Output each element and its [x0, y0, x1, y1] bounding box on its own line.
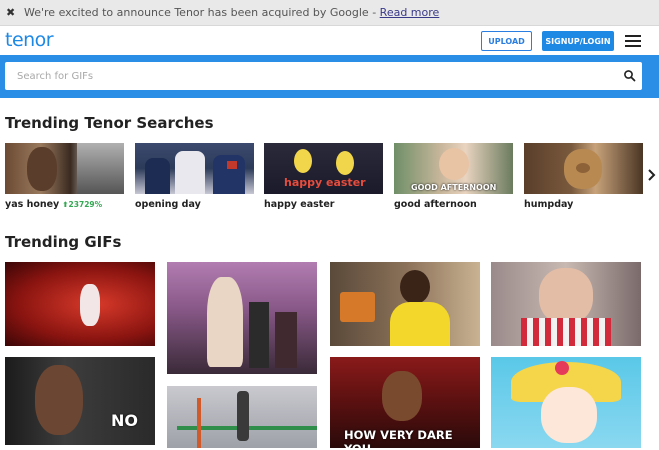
- gif-tile[interactable]: [5, 262, 155, 346]
- trending-search-thumbnail[interactable]: [524, 143, 643, 194]
- trending-search-card[interactable]: yas honey ⬆23729%: [5, 143, 124, 210]
- gif-tile[interactable]: [491, 262, 641, 346]
- trending-search-label: yas honey: [5, 199, 60, 210]
- banner-message: We're excited to announce Tenor has been…: [24, 6, 439, 19]
- trending-search-card[interactable]: opening day: [135, 143, 254, 210]
- trending-gifs-heading: Trending GIFs: [5, 233, 122, 251]
- upload-button[interactable]: UPLOAD: [481, 31, 532, 51]
- trending-search-thumbnail[interactable]: happy easter: [264, 143, 383, 194]
- gif-tile[interactable]: HOW VERY DARE YOU: [330, 357, 480, 448]
- trending-search-card[interactable]: GOOD AFTERNOON good afternoon: [394, 143, 513, 210]
- trend-percentage: ⬆23729%: [62, 200, 103, 209]
- gif-overlay-text: GOOD AFTERNOON: [411, 183, 497, 192]
- read-more-link[interactable]: Read more: [380, 6, 440, 19]
- gif-overlay-text: HOW VERY DARE YOU: [344, 428, 453, 448]
- gif-tile[interactable]: [491, 357, 641, 448]
- trending-search-thumbnail[interactable]: [5, 143, 124, 194]
- gif-overlay-text: NO: [111, 411, 138, 430]
- close-icon[interactable]: ✖: [6, 6, 20, 19]
- trending-search-label: opening day: [135, 199, 201, 210]
- trending-search-caption: good afternoon: [394, 199, 513, 210]
- trending-search-label: happy easter: [264, 199, 335, 210]
- gif-tile[interactable]: [330, 262, 480, 346]
- gif-tile[interactable]: NO: [5, 357, 155, 445]
- trending-search-thumbnail[interactable]: GOOD AFTERNOON: [394, 143, 513, 194]
- hamburger-menu-icon[interactable]: [625, 35, 641, 47]
- trending-search-thumbnail[interactable]: [135, 143, 254, 194]
- gif-overlay-text: happy easter: [284, 176, 366, 189]
- signup-login-button[interactable]: SIGNUP/LOGIN: [542, 31, 614, 51]
- search-input[interactable]: [5, 62, 605, 90]
- trending-search-card[interactable]: happy easter happy easter: [264, 143, 383, 210]
- trending-search-caption: humpday: [524, 199, 643, 210]
- trending-search-card[interactable]: humpday: [524, 143, 643, 210]
- search-icon[interactable]: [623, 69, 637, 83]
- announcement-banner: ✖ We're excited to announce Tenor has be…: [0, 0, 659, 26]
- search-band: [0, 55, 659, 98]
- trending-search-caption: happy easter: [264, 199, 383, 210]
- chevron-right-icon[interactable]: [647, 167, 657, 183]
- search-box: [5, 62, 642, 90]
- banner-message-text: We're excited to announce Tenor has been…: [24, 6, 380, 19]
- tenor-logo[interactable]: tenor: [5, 29, 54, 51]
- trending-searches-heading: Trending Tenor Searches: [5, 114, 214, 132]
- trending-search-label: humpday: [524, 199, 574, 210]
- trending-search-caption: opening day: [135, 199, 254, 210]
- trending-search-label: good afternoon: [394, 199, 477, 210]
- trending-search-caption: yas honey ⬆23729%: [5, 199, 124, 210]
- gif-tile[interactable]: [167, 386, 317, 448]
- gif-tile[interactable]: [167, 262, 317, 374]
- top-header: tenor UPLOAD SIGNUP/LOGIN: [0, 27, 659, 55]
